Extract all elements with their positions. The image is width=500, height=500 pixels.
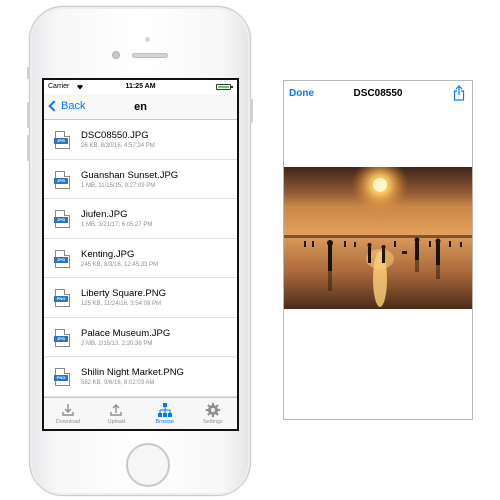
upload-icon	[110, 404, 123, 416]
tab-label: Download	[55, 419, 81, 425]
tab-label: Upload	[107, 419, 126, 425]
file-icon: PNG	[54, 289, 70, 307]
browse-icon	[157, 403, 172, 417]
file-icon: JPG	[54, 131, 70, 149]
preview-title: DSC08550	[353, 88, 403, 99]
back-label: Back	[61, 100, 86, 112]
tab-download[interactable]: Download	[44, 398, 92, 429]
status-bar: Carrier 11:25 AM	[44, 80, 237, 94]
file-type-tag: PNG	[54, 375, 68, 381]
file-name: Guanshan Sunset.JPG	[81, 169, 179, 181]
file-meta: 245 KB, 8/3/16, 12:45:33 PM	[81, 261, 159, 268]
file-type-tag: PNG	[54, 296, 68, 302]
home-button[interactable]	[126, 443, 170, 487]
gear-icon	[205, 402, 221, 418]
file-row[interactable]: JPG Palace Museum.JPG 2 MB, 2/15/13, 2:2…	[44, 318, 237, 357]
file-row[interactable]: PNG Shilin Night Market.PNG 582 KB, 9/6/…	[44, 357, 237, 397]
file-row[interactable]: JPG DSC08550.JPG 26 KB, 8/30/16, 4:57:24…	[44, 120, 237, 160]
sunset-beach-photo	[284, 167, 472, 309]
file-icon: JPG	[54, 249, 70, 268]
file-row[interactable]: JPG Kenting.JPG 245 KB, 8/3/16, 12:45:33…	[44, 239, 237, 278]
phone-screen: Carrier 11:25 AM Back en JPG DSC08550.JP…	[42, 78, 239, 431]
tab-settings[interactable]: Settings	[189, 398, 237, 429]
file-meta: 1 MB, 3/21/17, 6:05:27 PM	[81, 222, 153, 228]
file-name: Shilin Night Market.PNG	[81, 367, 184, 378]
file-row[interactable]: JPG Guanshan Sunset.JPG 1 MB, 11/15/15, …	[44, 160, 237, 199]
power-button	[250, 99, 253, 123]
file-row[interactable]: PNG Liberty Square.PNG 125 KB, 11/24/16,…	[44, 278, 237, 318]
file-name: Jiufen.JPG	[81, 209, 128, 220]
volume-up-button	[27, 102, 30, 128]
stage: Carrier 11:25 AM Back en JPG DSC08550.JP…	[0, 0, 500, 500]
file-name: DSC08550.JPG	[81, 130, 149, 141]
file-type-tag: JPG	[54, 335, 68, 342]
file-meta: 125 KB, 11/24/16, 3:54:09 PM	[81, 301, 161, 307]
file-type-tag: JPG	[54, 217, 68, 223]
file-name: Palace Museum.JPG	[81, 327, 171, 339]
tab-browse[interactable]: Browse	[141, 398, 189, 429]
tab-bar: Download Upload Browse Settings	[44, 397, 237, 429]
file-icon: JPG	[54, 210, 70, 228]
chevron-left-icon	[48, 100, 60, 112]
nav-bar: Back en	[44, 94, 237, 120]
proximity-sensor	[145, 37, 150, 42]
file-meta: 26 KB, 8/30/16, 4:57:24 PM	[81, 143, 155, 149]
tab-label: Settings	[202, 419, 223, 425]
file-icon: JPG	[54, 328, 70, 347]
earpiece-speaker	[132, 53, 168, 58]
file-icon: PNG	[54, 368, 70, 386]
tab-label: Browse	[155, 419, 174, 425]
mute-switch	[27, 67, 30, 79]
preview-header: Done DSC08550	[284, 81, 472, 107]
file-meta: 1 MB, 11/15/15, 9:27:09 PM	[81, 182, 156, 189]
download-icon	[62, 404, 74, 416]
iphone-device: Carrier 11:25 AM Back en JPG DSC08550.JP…	[27, 6, 253, 496]
file-meta: 582 KB, 9/6/16, 8:02:03 AM	[81, 380, 155, 386]
file-row[interactable]: JPG Jiufen.JPG 1 MB, 3/21/17, 6:05:27 PM	[44, 199, 237, 239]
tab-upload[interactable]: Upload	[92, 398, 140, 429]
file-list: JPG DSC08550.JPG 26 KB, 8/30/16, 4:57:24…	[44, 120, 237, 397]
battery-icon	[216, 84, 233, 90]
front-camera	[112, 51, 120, 59]
file-type-tag: JPG	[54, 138, 68, 144]
file-type-tag: JPG	[54, 256, 68, 263]
image-preview-screen: Done DSC08550	[283, 80, 473, 420]
file-icon: JPG	[54, 170, 70, 189]
share-icon[interactable]	[453, 85, 465, 101]
file-name: Liberty Square.PNG	[81, 288, 167, 299]
status-time: 11:25 AM	[125, 83, 156, 90]
file-name: Kenting.JPG	[81, 248, 135, 260]
back-button[interactable]: Back	[47, 100, 85, 112]
file-meta: 2 MB, 2/15/13, 2:20:36 PM	[81, 340, 153, 347]
file-type-tag: JPG	[54, 177, 68, 184]
volume-down-button	[27, 135, 30, 161]
